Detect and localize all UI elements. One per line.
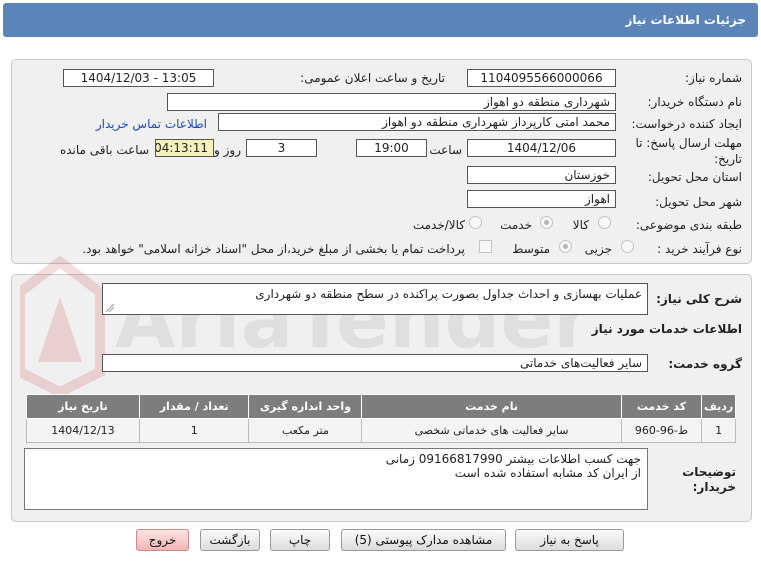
- category-radio-goods-service[interactable]: [469, 216, 482, 229]
- need-number-field: 1104095566000066: [467, 69, 616, 87]
- col-quantity: تعداد / مقدار: [138, 394, 250, 419]
- province-label: استان محل تحویل:: [647, 170, 742, 184]
- need-number-label: شماره نیاز:: [685, 71, 742, 85]
- view-attachments-button[interactable]: مشاهده مدارک پیوستی (5): [341, 529, 506, 551]
- summary-label: شرح کلی نیاز:: [656, 292, 742, 306]
- category-label: طبقه بندی موضوعی:: [635, 218, 742, 232]
- print-button[interactable]: چاپ: [270, 529, 330, 551]
- table-header-row: ردیف کد خدمت نام خدمت واحد اندازه گیری ت…: [26, 394, 736, 419]
- service-group-field: سایر فعالیت‌های خدماتی: [102, 354, 648, 372]
- page-title: جزئیات اطلاعات نیاز: [625, 13, 746, 27]
- creator-label: ایجاد کننده درخواست:: [631, 117, 742, 131]
- page-header: جزئیات اطلاعات نیاز: [3, 3, 758, 37]
- deadline-date-field: 1404/12/06: [467, 139, 616, 157]
- category-option-goods: کالا: [572, 218, 589, 232]
- back-button[interactable]: بازگشت: [200, 529, 260, 551]
- treasury-payment-checkbox[interactable]: [479, 240, 492, 253]
- exit-button[interactable]: خروج: [136, 529, 189, 551]
- table-row: 1 ط-96-960 سایر فعالیت های خدماتی شخصی م…: [26, 418, 736, 443]
- cell-row-number: 1: [701, 418, 736, 443]
- deadline-time-label: ساعت: [429, 143, 462, 157]
- city-field: اهواز: [467, 190, 616, 208]
- buyer-notes-field: جهت کسب اطلاعات بیشتر 09166817990 زمانی …: [24, 448, 648, 510]
- purchase-radio-medium[interactable]: [559, 240, 572, 253]
- announce-datetime-label: تاریخ و ساعت اعلان عمومی:: [300, 71, 445, 85]
- col-service-code: کد خدمت: [620, 394, 703, 419]
- buyer-org-field: شهرداری منطقه دو اهواز: [167, 93, 616, 111]
- cell-service-code: ط-96-960: [620, 418, 703, 443]
- need-details-panel: [11, 59, 752, 264]
- col-service-name: نام خدمت: [361, 394, 622, 419]
- col-row-number: ردیف: [701, 394, 736, 419]
- reply-to-need-button[interactable]: پاسخ به نیاز: [515, 529, 624, 551]
- cell-service-name: سایر فعالیت های خدماتی شخصی: [361, 418, 622, 443]
- remaining-time-field: 04:13:11: [155, 139, 214, 157]
- city-label: شهر محل تحویل:: [655, 195, 742, 209]
- remaining-days-label: روز و: [214, 143, 241, 157]
- category-radio-goods[interactable]: [598, 216, 611, 229]
- cell-need-date: 1404/12/13: [26, 418, 140, 443]
- announce-datetime-field: 1404/12/03 - 13:05: [63, 69, 214, 87]
- cell-unit: متر مکعب: [248, 418, 363, 443]
- purchase-option-medium: متوسط: [512, 242, 550, 256]
- service-group-label: گروه خدمت:: [668, 357, 742, 371]
- buyer-contact-link[interactable]: اطلاعات تماس خریدار: [96, 117, 207, 131]
- category-radio-service[interactable]: [540, 216, 553, 229]
- services-table: ردیف کد خدمت نام خدمت واحد اندازه گیری ت…: [26, 394, 736, 443]
- summary-text: عملیات بهسازی و احداث جداول بصورت پراکند…: [255, 287, 642, 301]
- summary-field: عملیات بهسازی و احداث جداول بصورت پراکند…: [102, 283, 648, 315]
- services-section-title: اطلاعات خدمات مورد نیاز: [591, 322, 742, 336]
- buyer-notes-label-line1: توضیحات: [682, 465, 736, 479]
- treasury-payment-note: پرداخت تمام یا بخشی از مبلغ خرید،از محل …: [82, 242, 465, 256]
- deadline-label-line2: تاریخ:: [714, 152, 742, 166]
- purchase-radio-minor[interactable]: [621, 240, 634, 253]
- category-option-goods-service: کالا/خدمت: [412, 218, 465, 232]
- category-option-service: خدمت: [500, 218, 532, 232]
- creator-field: محمد امتی کارپرداز شهرداری منطقه دو اهوا…: [218, 113, 616, 131]
- deadline-time-field: 19:00: [356, 139, 427, 157]
- remaining-days-field: 3: [246, 139, 317, 157]
- province-field: خوزستان: [467, 166, 616, 184]
- purchase-option-minor: جزیی: [584, 242, 612, 256]
- buyer-notes-label-line2: خریدار:: [692, 480, 736, 494]
- resize-grip-icon[interactable]: [106, 304, 114, 312]
- buyer-org-label: نام دستگاه خریدار:: [647, 95, 743, 109]
- purchase-type-label: نوع فرآیند خرید :: [657, 242, 742, 256]
- deadline-label-line1: مهلت ارسال پاسخ: تا: [635, 136, 742, 150]
- col-unit: واحد اندازه گیری: [248, 394, 363, 419]
- remaining-time-label: ساعت باقی مانده: [59, 143, 149, 157]
- cell-quantity: 1: [138, 418, 250, 443]
- col-need-date: تاریخ نیاز: [26, 394, 140, 419]
